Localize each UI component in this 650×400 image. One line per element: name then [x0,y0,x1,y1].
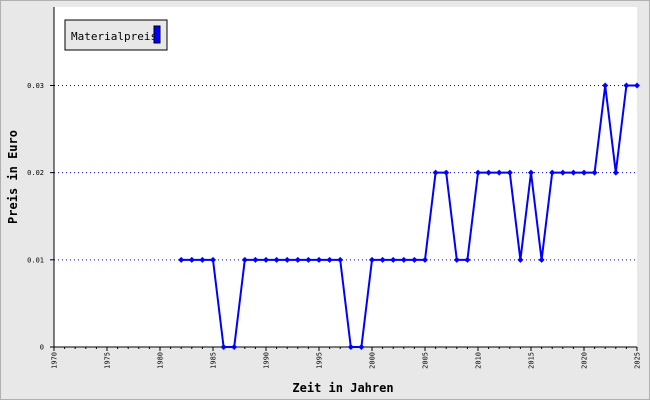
y-axis-title: Preis in Euro [6,130,20,224]
y-tick-label-3: 0.03 [27,82,44,90]
x-tick-label-5: 1995 [316,352,324,369]
legend: Materialpreis [64,19,168,51]
x-tick-label-1: 1975 [104,352,112,369]
x-tick-label-11: 2025 [634,352,642,369]
legend-label-materialpreis: Materialpreis [71,30,157,43]
x-tick-label-8: 2010 [475,352,483,369]
x-tick-label-6: 2000 [369,352,377,369]
y-tick-label-2: 0.02 [27,169,44,177]
chart-svg: 0 0.01 0.02 0.03 1970 1975 1980 1985 1990 1995 20… [0,0,650,400]
x-tick-label-2: 1980 [157,352,165,369]
x-tick-label-9: 2015 [528,352,536,369]
x-tick-label-10: 2020 [581,352,589,369]
x-tick-label-3: 1985 [210,352,218,369]
x-tick-label-0: 1970 [51,352,59,369]
x-tick-label-7: 2005 [422,352,430,369]
x-axis-title: Zeit in Jahren [292,381,393,395]
y-tick-label-0: 0 [40,344,44,352]
chart: 0 0.01 0.02 0.03 1970 1975 1980 1985 1990 1995 20… [0,0,650,400]
x-tick-label-4: 1990 [263,352,271,369]
legend-swatch-materialpreis [153,25,161,44]
y-tick-label-1: 0.01 [27,256,44,264]
